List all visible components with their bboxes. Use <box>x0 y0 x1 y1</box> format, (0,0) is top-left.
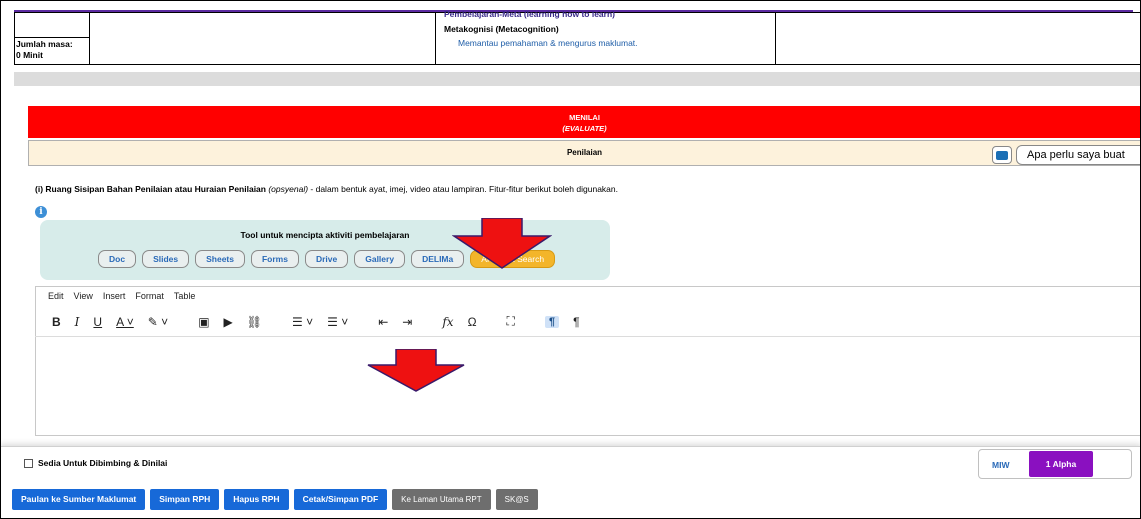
drive-button[interactable]: Drive <box>304 250 349 268</box>
help-area: Apa perlu saya buat <box>992 145 1141 165</box>
special-char-icon[interactable]: Ω <box>468 315 477 329</box>
meta-learning-text: Pembelajaran-Meta (learning how to learn… <box>444 9 615 19</box>
numbered-list-icon[interactable]: ☰ ˅ <box>292 315 313 329</box>
ready-checkbox-row[interactable]: Sedia Untuk Dibimbing & Dinilai <box>24 458 167 468</box>
highlight-icon[interactable]: ✎ ˅ <box>148 315 168 329</box>
back-to-source-button[interactable]: Paulan ke Sumber Maklumat <box>12 489 146 510</box>
arrow-annotation-ai <box>452 218 552 269</box>
instruction-bold: (i) Ruang Sisipan Bahan Penilaian atau H… <box>35 184 266 194</box>
underline-icon[interactable]: U <box>93 315 102 329</box>
section-subtitle-text: (EVALUATE) <box>562 124 607 133</box>
sub-header-penilaian: Penilaian <box>28 140 1141 166</box>
total-time-label: Jumlah masa: <box>16 39 73 49</box>
editor-menubar: Edit View Insert Format Table <box>48 291 195 301</box>
media-icon[interactable]: ▶ <box>224 315 233 329</box>
instruction-optional: (opsyenal) <box>265 184 309 194</box>
arrow-shape-editor <box>367 349 465 392</box>
video-help-icon[interactable] <box>992 146 1012 164</box>
bold-icon[interactable]: B <box>52 315 61 329</box>
ready-checkbox-label: Sedia Untuk Dibimbing & Dinilai <box>38 458 168 468</box>
sks-button[interactable]: SK@S <box>495 489 538 510</box>
menu-format[interactable]: Format <box>135 291 164 301</box>
formula-icon[interactable]: fx <box>442 315 453 329</box>
info-icon[interactable]: i <box>35 206 47 218</box>
help-button[interactable]: Apa perlu saya buat <box>1016 145 1141 165</box>
doc-button[interactable]: Doc <box>98 250 137 268</box>
section-header: MENILAI (EVALUATE) <box>28 106 1141 138</box>
table-divider <box>14 37 90 38</box>
metacognition-text: Metakognisi (Metacognition) <box>444 24 559 34</box>
total-time-value: 0 Minit <box>16 50 43 60</box>
link-icon[interactable]: ⛓ <box>247 315 262 329</box>
bullet-list-icon[interactable]: ☰ ˅ <box>327 315 348 329</box>
delete-rph-button[interactable]: Hapus RPH <box>224 489 289 510</box>
section-title: MENILAI <box>569 113 600 122</box>
menu-insert[interactable]: Insert <box>103 291 126 301</box>
print-pdf-button[interactable]: Cetak/Simpan PDF <box>293 489 388 510</box>
home-rpt-button[interactable]: Ke Laman Utama RPT <box>392 489 491 510</box>
menu-view[interactable]: View <box>74 291 93 301</box>
arrow-annotation-editor <box>367 349 465 392</box>
section-separator <box>14 72 1141 86</box>
menu-table[interactable]: Table <box>174 291 196 301</box>
ltr-icon[interactable]: ¶ <box>544 315 560 328</box>
video-help-glyph <box>996 150 1008 160</box>
arrow-shape-ai <box>452 218 552 269</box>
image-icon[interactable]: ▣ <box>198 315 209 329</box>
table-bottom-border <box>14 64 1141 65</box>
editor-toolbar: B I U A ˅ ✎ ˅ ▣ ▶ ⛓ ☰ ˅ ☰ ˅ ⇤ ⇥ fx Ω ⛶ ¶… <box>52 314 594 329</box>
text-color-icon[interactable]: A ˅ <box>116 315 134 329</box>
forms-button[interactable]: Forms <box>250 250 299 268</box>
action-buttons: Paulan ke Sumber Maklumat Simpan RPH Hap… <box>12 489 538 510</box>
save-rph-button[interactable]: Simpan RPH <box>150 489 220 510</box>
rich-text-editor[interactable] <box>35 286 1141 436</box>
table-col-empty <box>90 13 436 65</box>
gallery-button[interactable]: Gallery <box>354 250 406 268</box>
slides-button[interactable]: Slides <box>142 250 190 268</box>
indent-icon[interactable]: ⇥ <box>402 315 412 329</box>
monitor-text: Memantau pemahaman & mengurus maklumat. <box>458 38 638 48</box>
total-time: Jumlah masa: 0 Minit <box>16 39 73 61</box>
menu-edit[interactable]: Edit <box>48 291 64 301</box>
italic-icon[interactable]: I <box>75 315 80 329</box>
instruction-rest: - dalam bentuk ayat, imej, video atau la… <box>308 184 618 194</box>
rtl-icon[interactable]: ¶ <box>573 315 579 329</box>
fullscreen-icon[interactable]: ⛶ <box>507 314 515 329</box>
outdent-icon[interactable]: ⇤ <box>378 315 388 329</box>
mode-miw[interactable]: MIW <box>992 460 1009 470</box>
ready-checkbox[interactable] <box>24 458 33 468</box>
instruction-text: (i) Ruang Sisipan Bahan Penilaian atau H… <box>35 184 618 195</box>
sheets-button[interactable]: Sheets <box>195 250 245 268</box>
mode-alpha[interactable]: 1 Alpha <box>1029 451 1093 477</box>
section-subtitle: (EVALUATE) <box>28 123 1141 134</box>
editor-divider <box>35 336 1141 337</box>
